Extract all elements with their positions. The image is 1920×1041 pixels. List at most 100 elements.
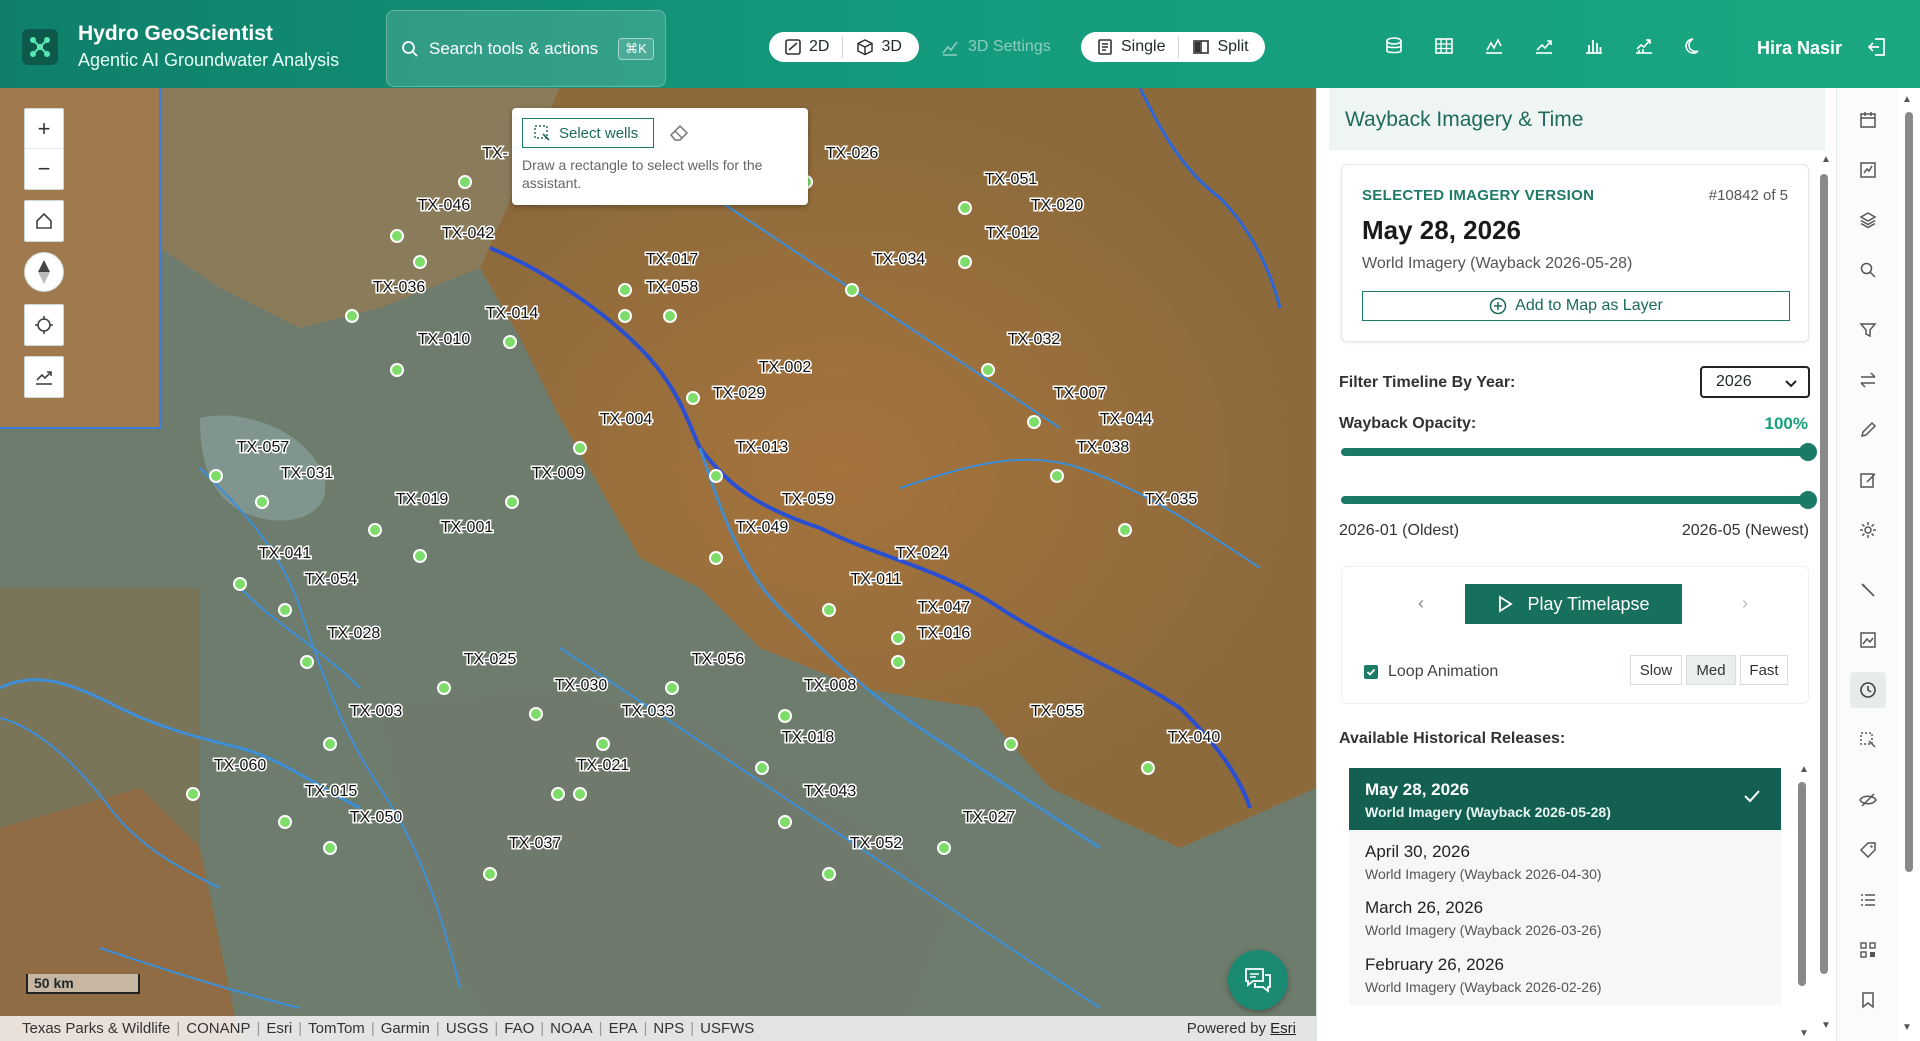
opacity-slider[interactable] [1341,443,1817,461]
compass-button[interactable] [24,252,64,292]
well-marker[interactable] [573,441,587,455]
release-item[interactable]: April 30, 2026 World Imagery (Wayback 202… [1349,830,1781,892]
select-wells-button[interactable]: Select wells [522,118,654,148]
list-icon[interactable] [1850,882,1886,918]
well-marker[interactable] [573,787,587,801]
well-marker[interactable] [483,867,497,881]
well-marker[interactable] [981,363,995,377]
search-icon[interactable] [1850,252,1886,288]
well-marker[interactable] [596,737,610,751]
play-timelapse-button[interactable]: Play Timelapse [1465,584,1682,624]
chart-box-icon[interactable] [1850,152,1886,188]
add-to-map-button[interactable]: Add to Map as Layer [1362,291,1790,321]
well-marker[interactable] [663,309,677,323]
table-icon[interactable] [1432,34,1456,58]
loop-checkbox[interactable]: Loop Animation [1364,663,1498,681]
release-item[interactable]: May 28, 2026 World Imagery (Wayback 2026-… [1349,768,1781,830]
well-marker[interactable] [505,495,519,509]
well-marker[interactable] [618,309,632,323]
edit-icon[interactable] [1850,462,1886,498]
well-marker[interactable] [845,283,859,297]
well-marker[interactable] [323,841,337,855]
well-marker[interactable] [255,495,269,509]
well-marker[interactable] [686,391,700,405]
well-marker[interactable] [822,867,836,881]
mode-single-button[interactable]: Single [1087,34,1174,60]
search-bar[interactable]: Search tools & actions ⌘K [386,10,666,87]
zoom-in-button[interactable]: + [25,109,63,149]
wand-icon[interactable] [1850,572,1886,608]
elevation-button[interactable] [24,356,64,398]
moon-icon[interactable] [1682,34,1706,58]
zoom-out-button[interactable]: − [25,149,63,189]
well-marker[interactable] [778,815,792,829]
speed-fast-button[interactable]: Fast [1740,655,1788,685]
gear-icon[interactable] [1850,512,1886,548]
qr-icon[interactable] [1850,932,1886,968]
line-chart-icon[interactable] [1482,34,1506,58]
well-marker[interactable] [413,255,427,269]
home-button[interactable] [24,200,64,242]
well-marker[interactable] [186,787,200,801]
well-marker[interactable] [778,709,792,723]
well-marker[interactable] [755,761,769,775]
time-range-thumb[interactable] [1799,491,1817,509]
well-marker[interactable] [503,335,517,349]
database-icon[interactable] [1382,34,1406,58]
esri-link[interactable]: Esri [1270,1020,1296,1037]
speed-med-button[interactable]: Med [1686,655,1736,685]
well-marker[interactable] [618,283,632,297]
eye-off-icon[interactable] [1850,782,1886,818]
eraser-icon[interactable] [668,122,690,147]
layers-icon[interactable] [1850,202,1886,238]
opacity-slider-thumb[interactable] [1799,443,1817,461]
time-range-slider[interactable] [1341,491,1817,509]
releases-scrollbar[interactable]: ▲ ▼ [1795,764,1809,1041]
well-marker[interactable] [278,815,292,829]
well-marker[interactable] [323,737,337,751]
well-marker[interactable] [413,549,427,563]
well-marker[interactable] [937,841,951,855]
well-marker[interactable] [665,681,679,695]
view-3d-button[interactable]: 3D [847,34,910,60]
logout-icon[interactable] [1866,36,1888,63]
well-marker[interactable] [1118,523,1132,537]
year-select[interactable]: 2026 [1700,366,1810,398]
bar-chart-icon[interactable] [1582,34,1606,58]
well-marker[interactable] [958,201,972,215]
speed-slow-button[interactable]: Slow [1630,655,1682,685]
well-marker[interactable] [390,229,404,243]
settings-3d-button[interactable]: 3D Settings [940,32,1051,62]
well-marker[interactable] [233,577,247,591]
swap-icon[interactable] [1850,362,1886,398]
tag-icon[interactable] [1850,832,1886,868]
well-marker[interactable] [209,469,223,483]
chat-button[interactable] [1228,950,1288,1010]
image-box-icon[interactable] [1850,622,1886,658]
clock-icon[interactable] [1850,672,1886,708]
well-marker[interactable] [709,469,723,483]
well-marker[interactable] [958,255,972,269]
next-button[interactable]: › [1742,593,1748,614]
well-marker[interactable] [529,707,543,721]
well-marker[interactable] [458,175,472,189]
user-name[interactable]: Hira Nasir [1757,38,1842,59]
well-marker[interactable] [551,787,565,801]
well-marker[interactable] [891,631,905,645]
well-marker[interactable] [390,363,404,377]
trend-icon[interactable] [1532,34,1556,58]
well-marker[interactable] [1004,737,1018,751]
pencil-icon[interactable] [1850,412,1886,448]
map-view[interactable]: TX-026 TX-051 TX-020 TX-046 TX-042 TX-012 TX-0… [0,88,1316,1041]
well-marker[interactable] [822,603,836,617]
well-marker[interactable] [891,655,905,669]
well-marker[interactable] [278,603,292,617]
well-marker[interactable] [437,681,451,695]
panel-scrollbar[interactable]: ▲ ▼ [1817,154,1831,1034]
filter-icon[interactable] [1850,312,1886,348]
well-marker[interactable] [1050,469,1064,483]
well-marker[interactable] [709,551,723,565]
calendar-icon[interactable] [1850,102,1886,138]
well-marker[interactable] [300,655,314,669]
release-item[interactable]: February 26, 2026 World Imagery (Wayback … [1349,943,1781,1005]
